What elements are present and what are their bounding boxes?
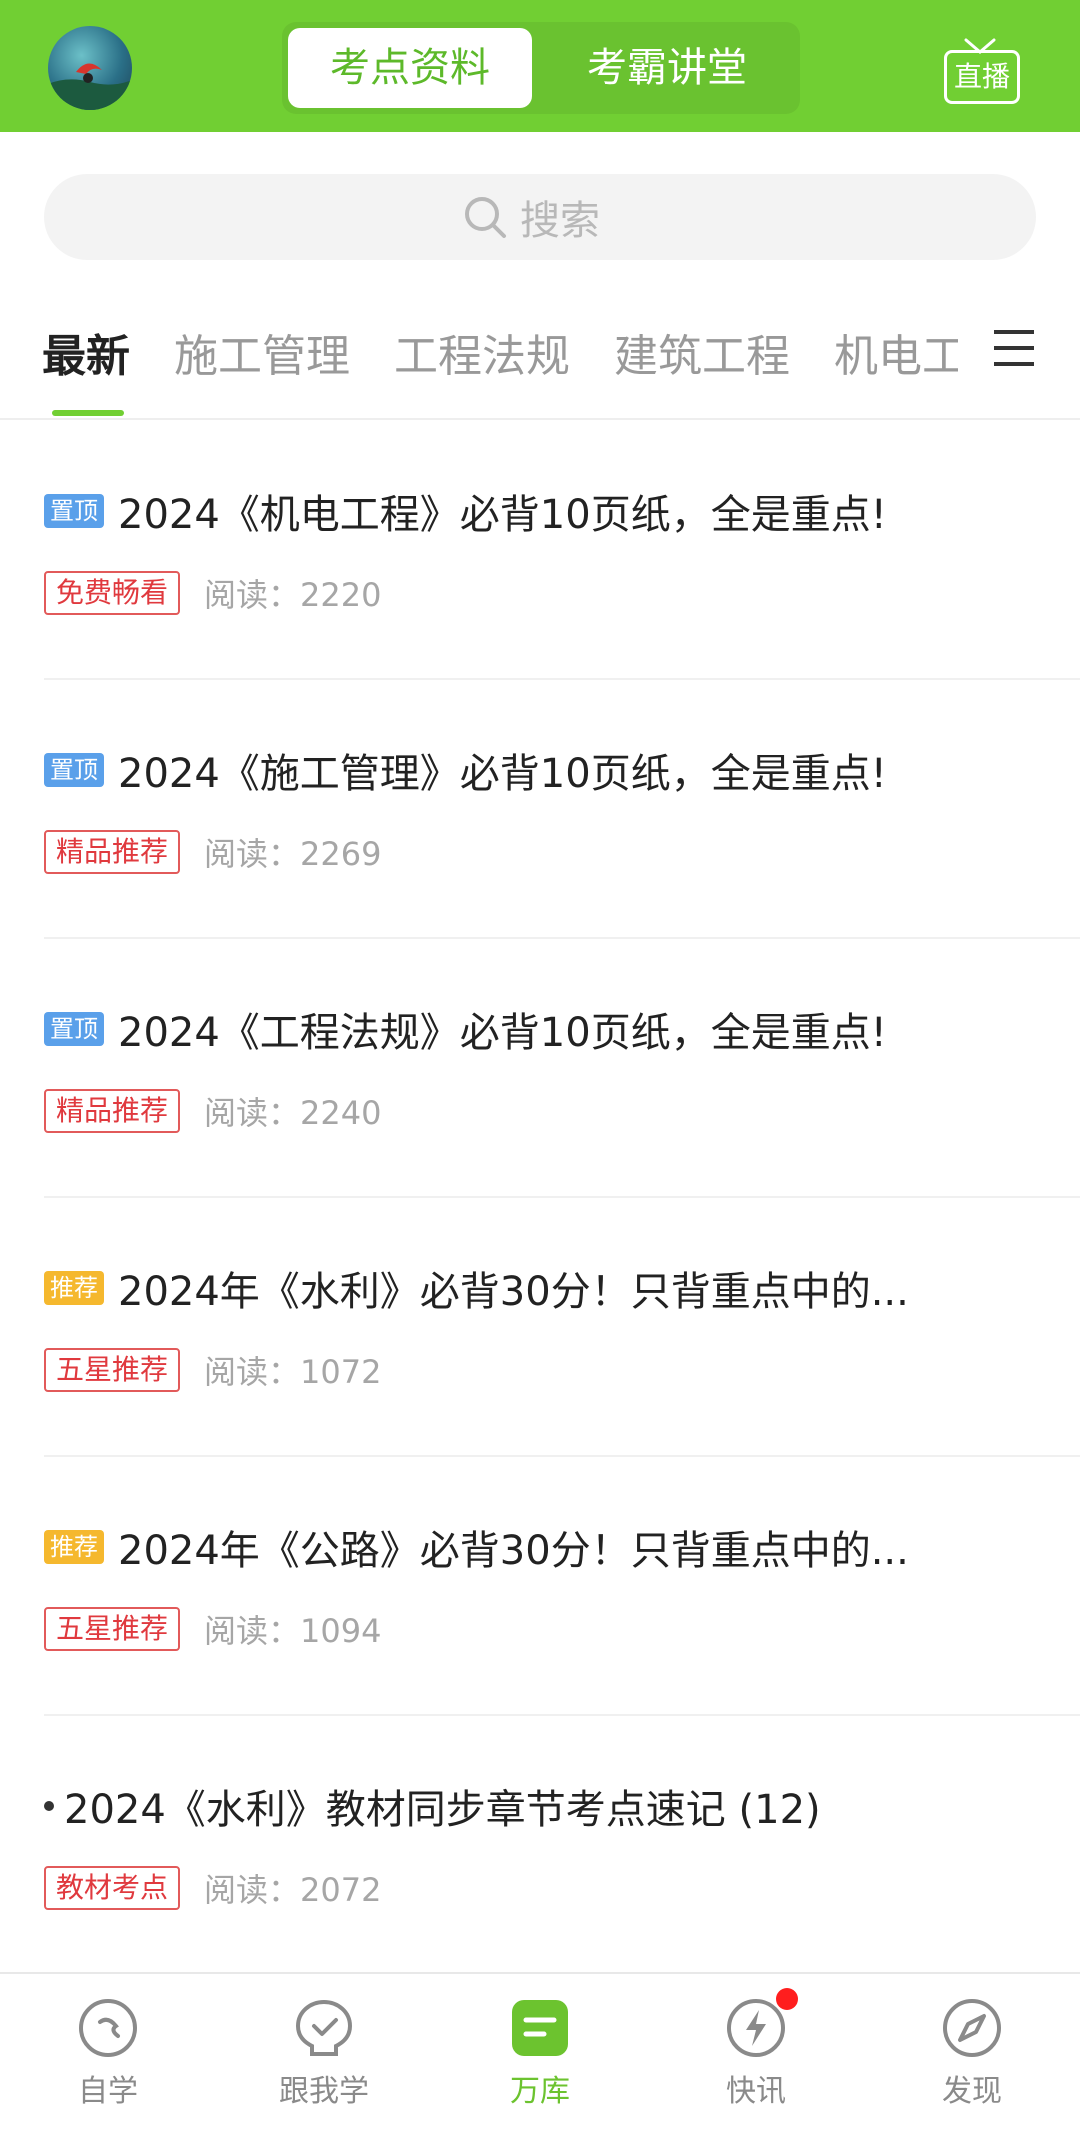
bottom-tab-bar: 自学 跟我学 万库 快讯 发现 [0,1972,1080,2149]
follow-study-icon [295,1999,353,2056]
search-bar[interactable]: 搜索 [44,174,1036,260]
article-badge: 五星推荐 [44,1607,181,1651]
pinned-tag: 置顶 [44,1012,104,1046]
article-title: 2024《工程法规》必背10页纸，全是重点! [118,1010,887,1056]
recommended-tag: 推荐 [44,1271,104,1305]
self-study-icon [79,1999,137,2057]
article-title: 2024年《公路》必背30分！只背重点中的... [118,1528,909,1574]
tab-building-engineering[interactable]: 建筑工程 [614,320,790,384]
notification-dot [776,1988,798,2010]
article-badge: 教材考点 [44,1866,181,1910]
tab-label: 自学 [78,2074,138,2109]
article-badge: 免费畅看 [44,571,181,615]
tab-engineering-regulations[interactable]: 工程法规 [394,320,570,384]
list-item[interactable]: 推荐 2024年《公路》必背30分！只背重点中的... 五星推荐 阅读：1094 [44,1456,1080,1716]
tab-label: 快讯 [726,2074,786,2109]
compass-icon [943,1999,1001,2057]
article-title: 2024年《水利》必背30分！只背重点中的... [118,1269,909,1315]
tab-label: 万库 [510,2074,570,2109]
article-badge: 五星推荐 [44,1348,181,1392]
library-icon [512,2000,568,2056]
tab-kaodian-ziliao[interactable]: 考点资料 [288,28,532,108]
tab-kaoba-jiangtang[interactable]: 考霸讲堂 [542,28,792,108]
tab-self-study[interactable]: 自学 [0,1996,216,2110]
tab-library[interactable]: 万库 [432,1996,648,2110]
live-button[interactable]: 直播 [944,38,1020,104]
read-count: 阅读：1072 [204,1353,382,1391]
tab-latest[interactable]: 最新 [42,320,130,384]
article-badge: 精品推荐 [44,1089,181,1133]
tab-construction-management[interactable]: 施工管理 [174,320,350,384]
article-title: 2024《水利》教材同步章节考点速记 (12) [64,1787,821,1833]
tab-mechatronics[interactable]: 机电工 [834,320,958,384]
list-item[interactable]: 置顶 2024《工程法规》必背10页纸，全是重点! 精品推荐 阅读：2240 [44,938,1080,1198]
pinned-tag: 置顶 [44,494,104,528]
recommended-tag: 推荐 [44,1530,104,1564]
list-item[interactable]: 置顶 2024《机电工程》必背10页纸，全是重点! 免费畅看 阅读：2220 [44,420,1080,680]
tab-label: 发现 [942,2074,1002,2109]
bullet-icon [44,1801,54,1811]
read-count: 阅读：2220 [204,576,382,614]
top-bar: 考点资料 考霸讲堂 直播 [0,0,1080,132]
list-item[interactable]: 2024《水利》教材同步章节考点速记 (12) 教材考点 阅读：2072 [44,1715,1080,1975]
active-tab-indicator [52,410,124,416]
read-count: 阅读：2269 [204,835,382,873]
list-item[interactable]: 置顶 2024《施工管理》必背10页纸，全是重点! 精品推荐 阅读：2269 [44,679,1080,939]
menu-icon[interactable] [994,328,1034,368]
avatar[interactable] [48,26,132,110]
avatar-image [48,63,132,110]
tab-follow-study[interactable]: 跟我学 [216,1996,432,2110]
tab-discover[interactable]: 发现 [864,1996,1080,2110]
article-title: 2024《机电工程》必背10页纸，全是重点! [118,492,887,538]
tab-flash-news[interactable]: 快讯 [648,1988,864,2110]
list-item[interactable]: 推荐 2024年《水利》必背30分！只背重点中的... 五星推荐 阅读：1072 [44,1197,1080,1457]
search-icon [465,197,506,238]
read-count: 阅读：2072 [204,1871,382,1909]
search-placeholder: 搜索 [520,198,600,244]
read-count: 阅读：2240 [204,1094,382,1132]
pinned-tag: 置顶 [44,753,104,787]
live-label: 直播 [944,50,1020,104]
read-count: 阅读：1094 [204,1612,382,1650]
header-segmented-control: 考点资料 考霸讲堂 [282,22,800,114]
article-title: 2024《施工管理》必背10页纸，全是重点! [118,751,887,797]
category-tabs: 最新 施工管理 工程法规 建筑工程 机电工 [0,300,1080,420]
tab-label: 跟我学 [279,2074,369,2109]
article-badge: 精品推荐 [44,830,181,874]
